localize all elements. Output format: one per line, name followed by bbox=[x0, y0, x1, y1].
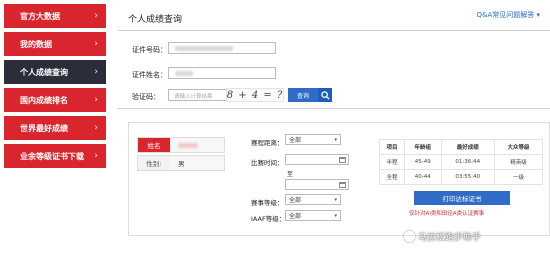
page-title: 个人成绩查询 bbox=[128, 15, 183, 25]
column-header: 项目 bbox=[378, 139, 406, 155]
sidebar-item-world-best[interactable]: 世界最好成绩 › bbox=[4, 116, 106, 140]
table-cell: 45-49 bbox=[404, 154, 442, 170]
print-certificate-button[interactable]: 打印达标证书 bbox=[414, 191, 510, 205]
redacted-value bbox=[175, 71, 193, 76]
id-number-field[interactable] bbox=[168, 42, 276, 54]
distance-select[interactable]: 全部 ▾ bbox=[285, 134, 341, 145]
watermark-text: 马拉松跑步助手 bbox=[418, 233, 482, 243]
redacted-value bbox=[175, 46, 233, 51]
table-row: 全程 40-44 03:55:40 一级 bbox=[378, 169, 543, 185]
watermark: 马拉松跑步助手 bbox=[404, 230, 481, 243]
sidebar-item-official-data[interactable]: 官方大数据 › bbox=[4, 4, 106, 28]
certificate-note: 仅针对AI类和田径A类认证赛事 bbox=[409, 211, 485, 217]
results-panel: 姓名 性别: 男 赛程距离： 全部 ▾ 比赛时间： 至 赛事等级： 全部 ▾ I… bbox=[128, 122, 550, 236]
sidebar-item-certificate-download[interactable]: 业余等级证书下载 › bbox=[4, 144, 106, 168]
chevron-right-icon: › bbox=[94, 151, 98, 161]
query-button[interactable]: 查询 bbox=[288, 88, 318, 102]
qa-link[interactable]: Q&A常见问题解答 ▾ bbox=[476, 10, 540, 20]
divider bbox=[118, 30, 550, 31]
time-label: 比赛时间： bbox=[251, 159, 284, 167]
start-date-field[interactable] bbox=[285, 154, 349, 165]
level-select[interactable]: 全部 ▾ bbox=[285, 194, 341, 205]
calendar-icon bbox=[339, 157, 346, 163]
captcha-image[interactable]: 8 + 4 = ? bbox=[226, 88, 284, 102]
captcha-placeholder: 请输入计算结果 bbox=[174, 94, 213, 100]
level-label: 赛事等级： bbox=[251, 199, 284, 207]
chevron-right-icon: › bbox=[94, 95, 98, 105]
iaaf-label: IAAF等级： bbox=[251, 215, 286, 223]
distance-label: 赛程距离： bbox=[251, 139, 284, 147]
table-cell: 03:55:40 bbox=[440, 169, 496, 185]
chevron-down-icon: ▾ bbox=[334, 196, 337, 203]
chevron-right-icon: › bbox=[94, 67, 98, 77]
sidebar-item-label: 官方大数据 bbox=[20, 11, 60, 21]
chevron-right-icon: › bbox=[94, 11, 98, 21]
table-cell: 精英级 bbox=[494, 154, 543, 170]
results-table: 项目 年龄组 最好成绩 大众等级 半程 45-49 01:36:44 精英级 全… bbox=[378, 139, 543, 185]
end-date-field[interactable] bbox=[285, 179, 349, 190]
search-icon bbox=[320, 90, 330, 100]
iaaf-select-value: 全部 bbox=[289, 213, 302, 220]
chevron-down-icon: ▾ bbox=[334, 212, 337, 219]
redacted-value bbox=[178, 142, 198, 148]
to-label: 至 bbox=[287, 171, 294, 178]
name-label: 证件姓名： bbox=[132, 71, 167, 79]
chevron-down-icon: ▾ bbox=[334, 136, 337, 143]
gender-value: 男 bbox=[170, 156, 224, 170]
sidebar-item-label: 我的数据 bbox=[20, 39, 52, 49]
main-content: 个人成绩查询 Q&A常见问题解答 ▾ 证件号码： 证件姓名： 验证码： 请输入计… bbox=[118, 0, 550, 254]
name-field[interactable] bbox=[168, 67, 276, 79]
captcha-label: 验证码： bbox=[132, 93, 160, 101]
calendar-icon bbox=[339, 182, 346, 188]
level-select-value: 全部 bbox=[289, 197, 302, 204]
column-header: 最好成绩 bbox=[440, 139, 496, 155]
column-header: 年龄组 bbox=[404, 139, 442, 155]
sidebar-item-label: 个人成绩查询 bbox=[20, 67, 68, 77]
chevron-right-icon: › bbox=[94, 39, 98, 49]
name-key: 姓名 bbox=[138, 138, 170, 152]
chevron-right-icon: › bbox=[94, 123, 98, 133]
profile-name-row: 姓名 bbox=[137, 137, 225, 153]
sidebar-item-label: 国内成绩排名 bbox=[20, 95, 68, 105]
table-row: 半程 45-49 01:36:44 精英级 bbox=[378, 154, 543, 170]
table-header-row: 项目 年龄组 最好成绩 大众等级 bbox=[378, 139, 543, 155]
chevron-down-icon: ▾ bbox=[536, 11, 540, 19]
gender-key: 性别: bbox=[138, 156, 170, 170]
profile-gender-row: 性别: 男 bbox=[137, 155, 225, 171]
column-header: 大众等级 bbox=[494, 139, 543, 155]
wechat-icon bbox=[404, 231, 415, 242]
id-number-label: 证件号码： bbox=[132, 46, 167, 54]
sidebar-item-personal-results[interactable]: 个人成绩查询 › bbox=[4, 60, 106, 84]
sidebar-item-label: 世界最好成绩 bbox=[20, 123, 68, 133]
table-cell: 一级 bbox=[494, 169, 543, 185]
sidebar: 官方大数据 › 我的数据 › 个人成绩查询 › 国内成绩排名 › 世界最好成绩 … bbox=[4, 4, 106, 172]
table-cell: 全程 bbox=[378, 169, 406, 185]
search-button[interactable] bbox=[318, 88, 332, 102]
sidebar-item-domestic-ranking[interactable]: 国内成绩排名 › bbox=[4, 88, 106, 112]
sidebar-item-label: 业余等级证书下载 bbox=[20, 151, 84, 161]
qa-link-label: Q&A常见问题解答 bbox=[476, 11, 535, 19]
table-cell: 01:36:44 bbox=[440, 154, 496, 170]
iaaf-select[interactable]: 全部 ▾ bbox=[285, 210, 341, 221]
divider bbox=[118, 108, 550, 109]
distance-select-value: 全部 bbox=[289, 137, 302, 144]
table-cell: 40-44 bbox=[404, 169, 442, 185]
sidebar-item-my-data[interactable]: 我的数据 › bbox=[4, 32, 106, 56]
table-cell: 半程 bbox=[378, 154, 406, 170]
name-value bbox=[170, 138, 224, 152]
